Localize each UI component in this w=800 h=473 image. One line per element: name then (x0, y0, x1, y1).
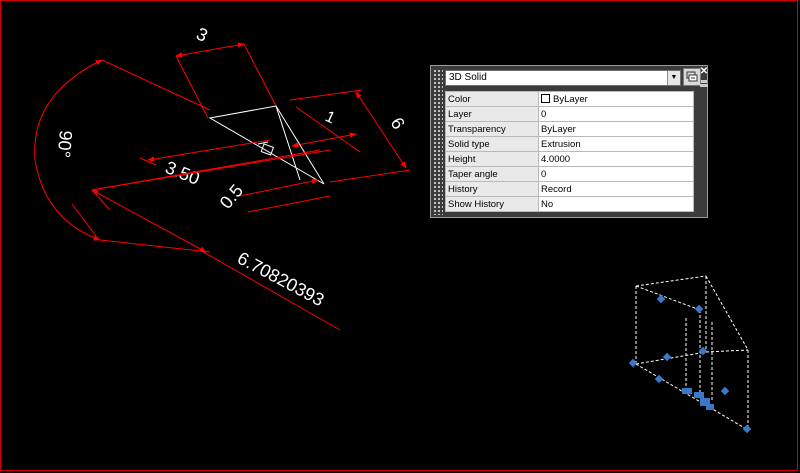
property-value-layer[interactable]: 0 (538, 106, 694, 122)
property-value-show-history[interactable]: No (538, 196, 694, 212)
property-row-layer[interactable]: Layer 0 (445, 106, 694, 122)
angle-label: 90° (54, 130, 76, 159)
quick-properties-palette[interactable]: 3D Solid ▼ ✕ Color ByLayer Layer 0 Trans… (430, 65, 708, 218)
property-value-history[interactable]: Record (538, 181, 694, 197)
selection-dropdown[interactable]: 3D Solid ▼ (445, 70, 681, 86)
chevron-down-icon[interactable]: ▼ (667, 71, 680, 85)
property-name: Height (445, 151, 539, 167)
properties-table: Color ByLayer Layer 0 Transparency ByLay… (445, 91, 694, 212)
drawing-canvas[interactable]: 90° 3 1 6 3.50 0.5 6.70820393 3D Solid ▼… (0, 0, 800, 473)
property-value-transparency[interactable]: ByLayer (538, 121, 694, 137)
property-name: Taper angle (445, 166, 539, 182)
property-row-history[interactable]: History Record (445, 181, 694, 197)
property-name: Solid type (445, 136, 539, 152)
extension-lines (91, 149, 321, 211)
palette-grip[interactable] (433, 69, 443, 215)
dimension-0-5[interactable] (239, 178, 331, 213)
dim-1-label: 1 (322, 108, 337, 127)
select-objects-icon (686, 71, 698, 82)
property-row-taper-angle[interactable]: Taper angle 0 (445, 166, 694, 182)
dim-3-label: 3 (193, 23, 211, 45)
dim-6-708-label: 6.70820393 (234, 248, 327, 310)
selection-dropdown-value: 3D Solid (449, 72, 487, 83)
property-name: Color (445, 91, 539, 107)
dim-0-5-label: 0.5 (216, 181, 247, 213)
triangle-geometry[interactable] (208, 105, 325, 185)
dimension-6-708[interactable] (71, 149, 341, 331)
grip-points[interactable] (628, 294, 752, 434)
property-name: History (445, 181, 539, 197)
property-row-solid-type[interactable]: Solid type Extrusion (445, 136, 694, 152)
property-name: Layer (445, 106, 539, 122)
color-swatch-icon (541, 93, 550, 103)
property-value-solid-type[interactable]: Extrusion (538, 136, 694, 152)
dimension-3-50[interactable] (139, 139, 271, 166)
property-name: Transparency (445, 121, 539, 137)
dimension-6[interactable] (289, 89, 411, 183)
customize-icon[interactable] (699, 79, 709, 89)
selected-3d-solid[interactable] (635, 275, 749, 431)
property-value-taper-angle[interactable]: 0 (538, 166, 694, 182)
property-row-transparency[interactable]: Transparency ByLayer (445, 121, 694, 137)
dimension-3[interactable] (175, 42, 277, 119)
property-name: Show History (445, 196, 539, 212)
property-value-color[interactable]: ByLayer (538, 91, 694, 107)
property-value-height[interactable]: 4.0000 (538, 151, 694, 167)
color-value: ByLayer (553, 93, 588, 105)
dim-3-50-label: 3.50 (163, 157, 203, 189)
property-row-color[interactable]: Color ByLayer (445, 91, 694, 107)
dim-6-label: 6 (387, 114, 409, 133)
property-row-height[interactable]: Height 4.0000 (445, 151, 694, 167)
property-row-show-history[interactable]: Show History No (445, 196, 694, 212)
close-icon[interactable]: ✕ (699, 67, 709, 77)
